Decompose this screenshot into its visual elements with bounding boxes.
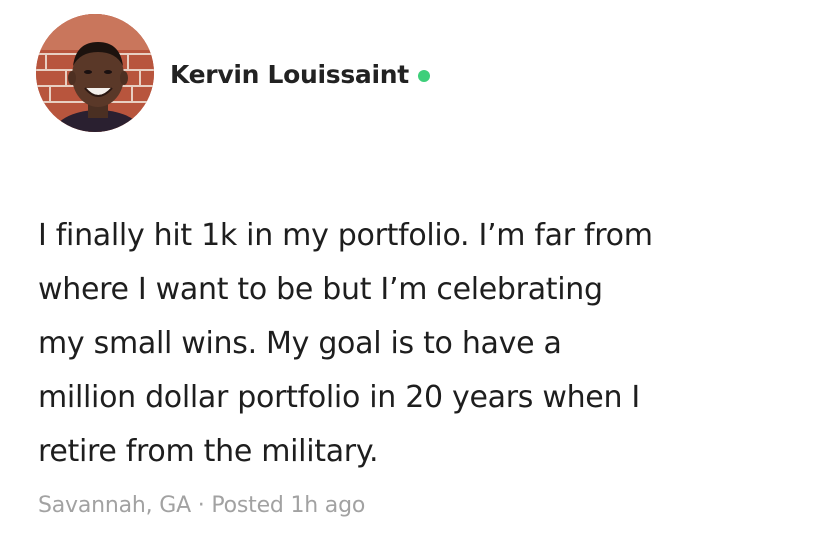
post-text-line: retire from the military. <box>38 434 379 469</box>
avatar[interactable] <box>36 14 154 132</box>
post-text-line: my small wins. My goal is to have a <box>38 326 562 361</box>
meta-separator: · <box>197 493 205 518</box>
post-text-line: where I want to be but I’m celebrating <box>38 272 603 307</box>
post-timestamp: Posted 1h ago <box>211 493 366 518</box>
author-name[interactable]: Kervin Louissaint <box>170 60 409 89</box>
post-text-line: million dollar portfolio in 20 years whe… <box>38 380 640 415</box>
post-location[interactable]: Savannah, GA <box>38 493 191 518</box>
post-meta: Savannah, GA · Posted 1h ago <box>38 493 365 518</box>
profile-photo-icon <box>36 14 154 132</box>
author-row: Kervin Louissaint <box>170 56 430 92</box>
post-card: Kervin Louissaint I finally hit 1k in my… <box>0 0 820 542</box>
post-text-line: I finally hit 1k in my portfolio. I’m fa… <box>38 218 653 253</box>
online-status-icon <box>417 69 430 82</box>
post-text: I finally hit 1k in my portfolio. I’m fa… <box>38 209 808 479</box>
